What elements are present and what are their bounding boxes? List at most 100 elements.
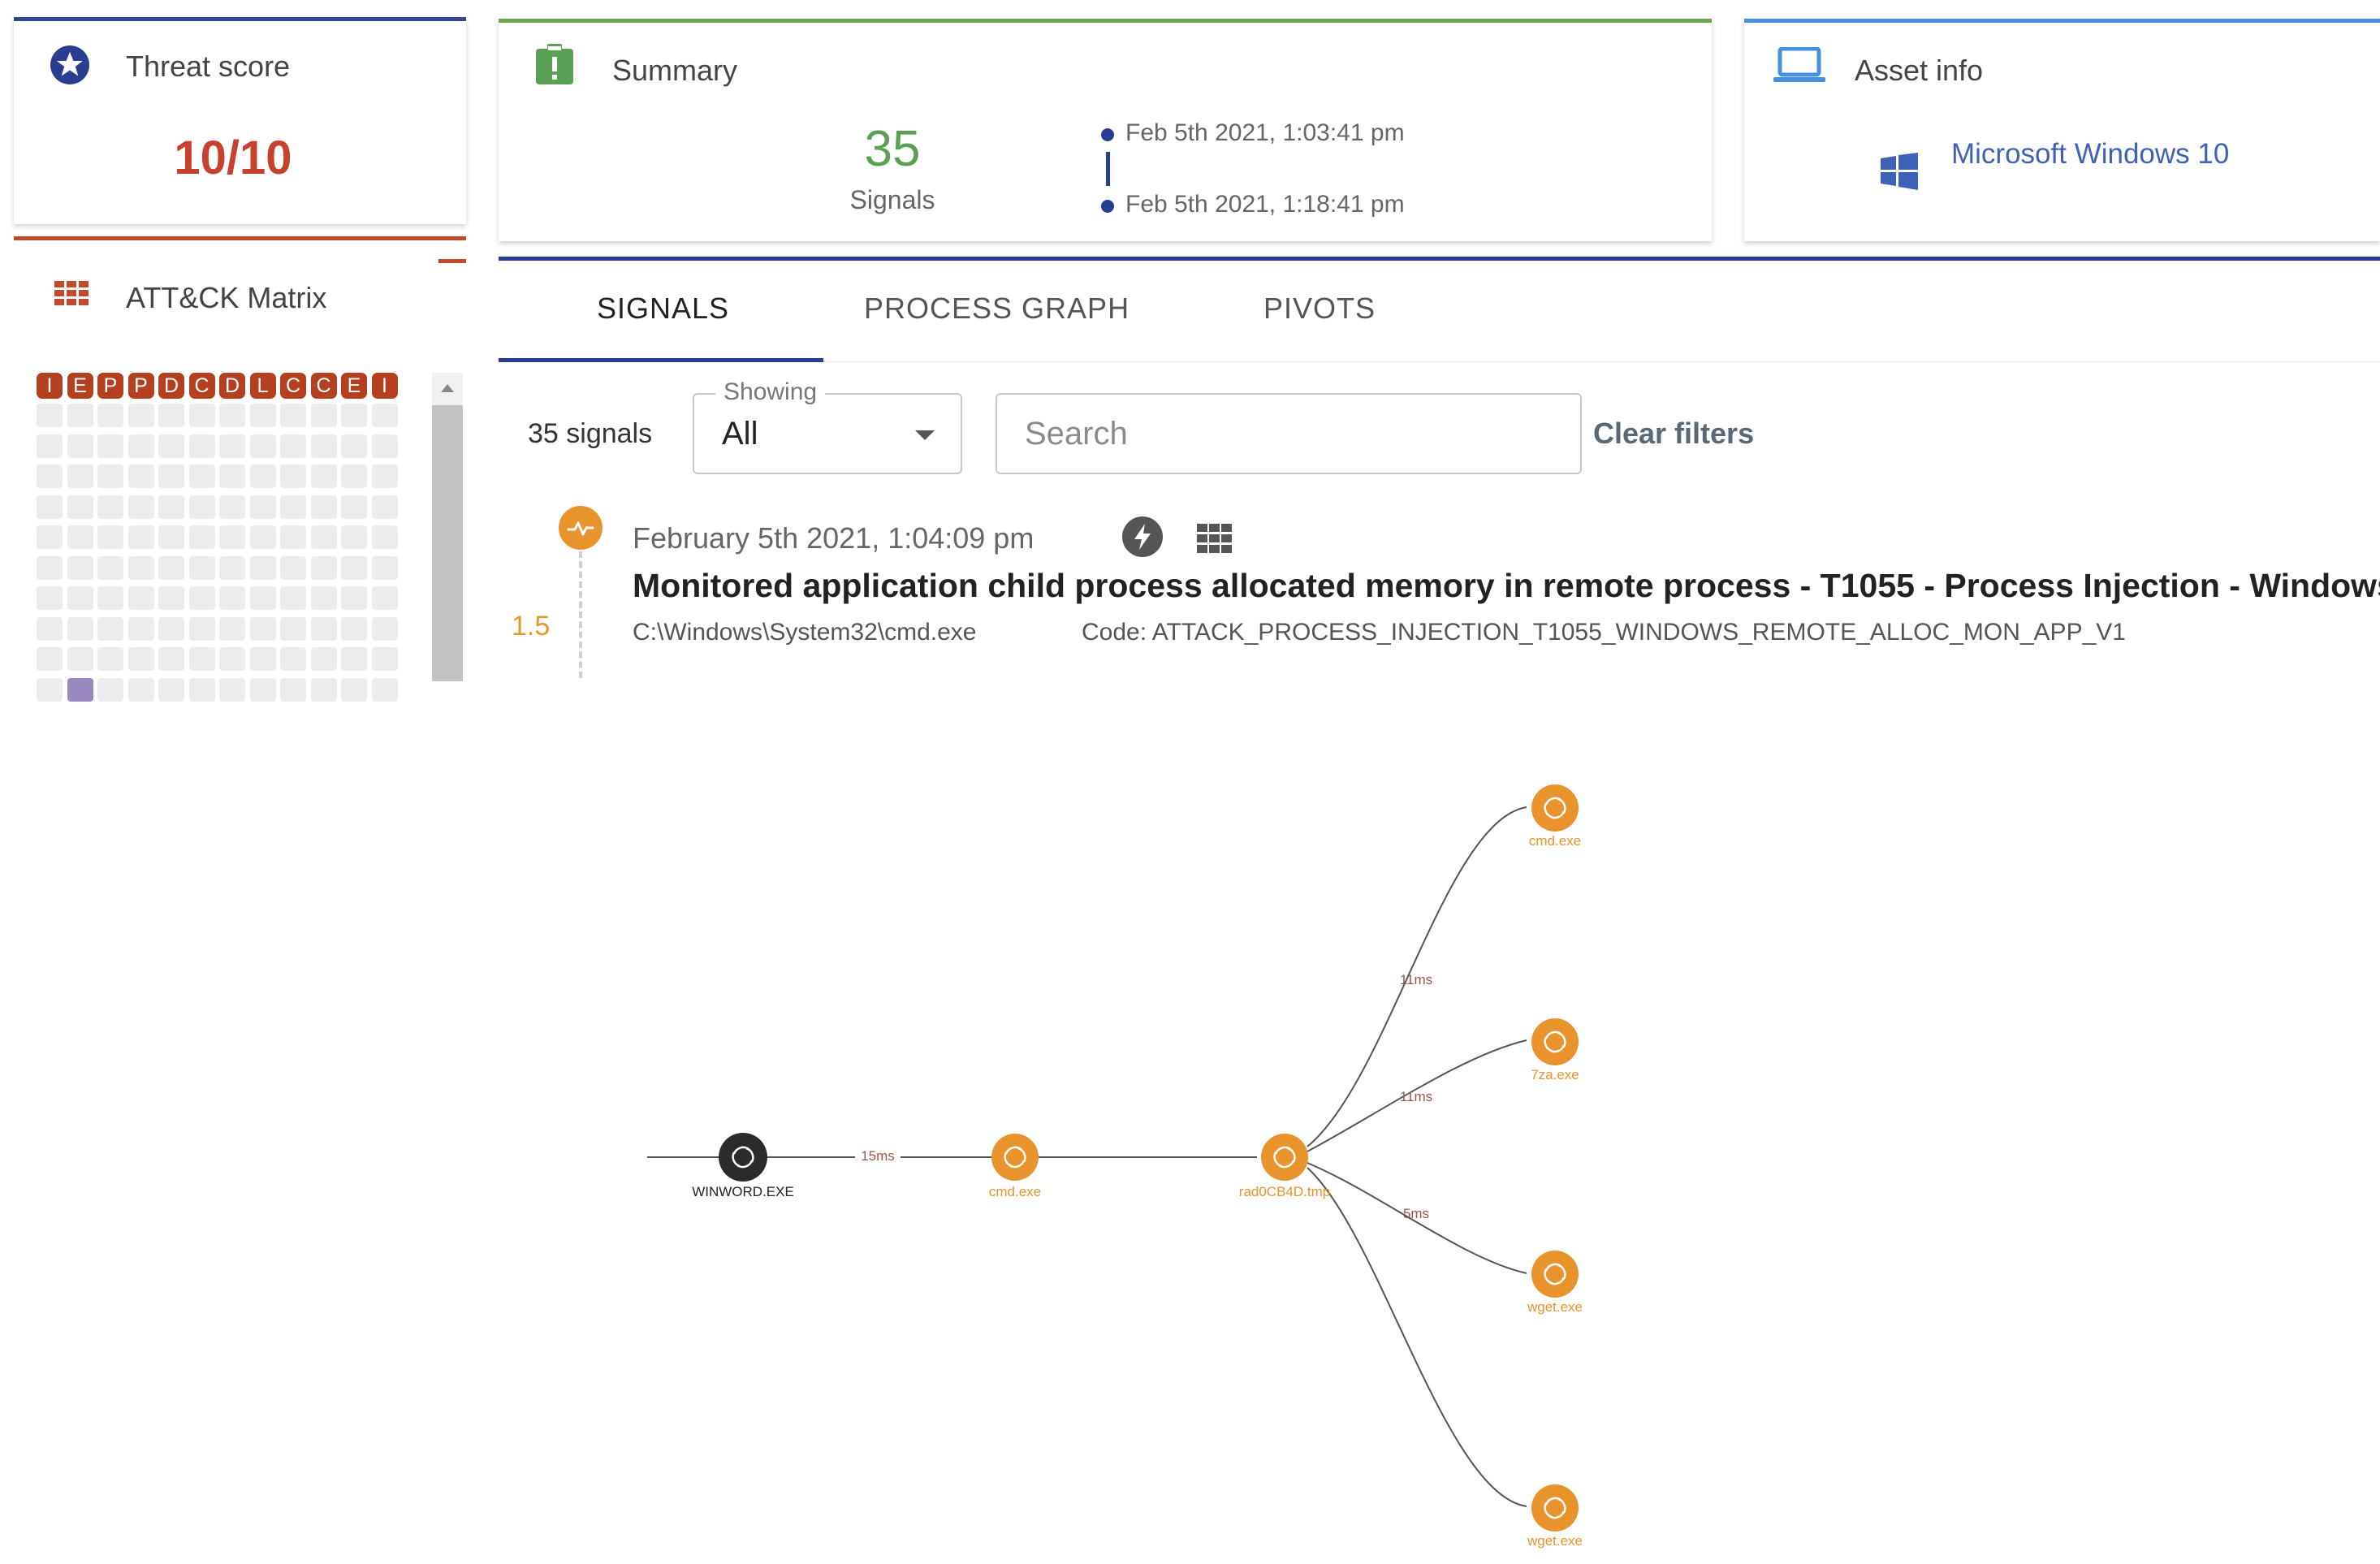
matrix-cell[interactable] [341,525,367,549]
signal-title[interactable]: Monitored application child process allo… [633,567,2380,605]
graph-node-cmd-child[interactable]: cmd.exe [1529,784,1581,849]
matrix-cell[interactable] [158,495,184,519]
matrix-cell[interactable] [127,434,154,458]
matrix-cell[interactable] [188,434,215,458]
matrix-cell[interactable] [219,586,245,610]
matrix-cell[interactable] [310,647,337,671]
matrix-cell[interactable] [371,525,398,549]
matrix-cell[interactable] [249,404,276,427]
matrix-cell[interactable] [280,525,306,549]
matrix-cell[interactable] [127,464,154,488]
matrix-cell[interactable] [371,464,398,488]
tactic-badge[interactable]: I [371,373,398,399]
showing-select[interactable]: Showing All [693,378,962,474]
bolt-icon[interactable] [1122,516,1163,557]
matrix-cell[interactable] [97,404,123,427]
tab-signals[interactable]: SIGNALS [597,292,729,326]
matrix-cell[interactable] [158,434,184,458]
tactic-badge[interactable]: L [249,373,276,399]
matrix-cell[interactable] [341,434,367,458]
tactic-badge[interactable]: D [219,373,245,399]
matrix-cell[interactable] [37,586,63,610]
tab-pivots[interactable]: PIVOTS [1263,292,1376,326]
graph-node-7za[interactable]: 7za.exe [1531,1018,1579,1082]
matrix-cell[interactable] [188,555,215,580]
graph-node-cmd[interactable]: cmd.exe [989,1134,1041,1199]
matrix-cell[interactable] [280,404,306,427]
matrix-cell[interactable] [188,586,215,610]
matrix-cell[interactable] [249,525,276,549]
matrix-cell[interactable] [188,495,215,519]
matrix-cell[interactable] [341,464,367,488]
matrix-cell[interactable] [371,404,398,427]
tactic-badge[interactable]: C [310,373,337,399]
tactic-badge[interactable]: C [188,373,215,399]
matrix-cell[interactable] [158,555,184,580]
matrix-cell[interactable] [219,616,245,641]
matrix-cell[interactable] [97,495,123,519]
matrix-cell[interactable] [249,495,276,519]
matrix-cell[interactable] [280,616,306,641]
matrix-cell[interactable] [97,586,123,610]
matrix-cell[interactable] [371,555,398,580]
matrix-cell[interactable] [310,616,337,641]
scroll-up-button[interactable] [432,373,463,405]
matrix-cell[interactable] [127,555,154,580]
matrix-cell[interactable] [67,555,93,580]
matrix-cell[interactable] [280,495,306,519]
matrix-cell[interactable] [341,616,367,641]
matrix-cell[interactable] [158,404,184,427]
matrix-cell[interactable] [341,586,367,610]
tab-process-graph[interactable]: PROCESS GRAPH [864,292,1130,326]
matrix-cell[interactable] [188,464,215,488]
matrix-cell[interactable] [280,586,306,610]
matrix-cell[interactable] [371,434,398,458]
matrix-cell[interactable] [97,555,123,580]
matrix-cell[interactable] [249,434,276,458]
search-box[interactable] [996,393,1582,474]
matrix-cell[interactable] [280,647,306,671]
matrix-cell[interactable] [310,555,337,580]
matrix-cell[interactable] [219,404,245,427]
matrix-cell[interactable] [219,647,245,671]
matrix-cell[interactable] [188,647,215,671]
matrix-cell[interactable] [310,495,337,519]
attack-grid-icon[interactable] [1197,524,1233,553]
tactic-badge[interactable]: D [158,373,184,399]
matrix-cell[interactable] [127,616,154,641]
attack-matrix-card[interactable]: ATT&CK Matrix [14,236,466,342]
os-name-link[interactable]: Microsoft Windows 10 [1951,138,2229,171]
matrix-cell[interactable] [371,616,398,641]
matrix-cell[interactable] [97,616,123,641]
matrix-cell[interactable] [158,586,184,610]
matrix-cell[interactable] [37,464,63,488]
matrix-cell[interactable] [371,647,398,671]
matrix-cell[interactable] [37,495,63,519]
matrix-cell[interactable] [67,434,93,458]
matrix-cell[interactable] [249,464,276,488]
matrix-cell[interactable] [188,616,215,641]
matrix-cell[interactable] [310,464,337,488]
matrix-cell[interactable] [67,404,93,427]
matrix-cell[interactable] [310,586,337,610]
matrix-cell[interactable] [249,616,276,641]
matrix-cell[interactable] [127,525,154,549]
graph-node-winword[interactable]: WINWORD.EXE [692,1133,794,1199]
matrix-cell[interactable] [67,495,93,519]
matrix-cell[interactable] [249,555,276,580]
matrix-cell[interactable] [97,525,123,549]
matrix-cell[interactable] [310,525,337,549]
matrix-cell[interactable] [280,555,306,580]
matrix-cell[interactable] [188,404,215,427]
matrix-cell[interactable] [127,647,154,671]
matrix-cell[interactable] [97,464,123,488]
matrix-cell[interactable] [158,616,184,641]
matrix-cell[interactable] [219,464,245,488]
tactic-badge[interactable]: P [127,373,154,399]
matrix-cell[interactable] [341,404,367,427]
graph-node-wget-2[interactable]: wget.exe [1527,1484,1583,1549]
matrix-cell[interactable] [249,586,276,610]
matrix-cell[interactable] [341,647,367,671]
matrix-cell[interactable] [67,525,93,549]
matrix-cell[interactable] [158,647,184,671]
